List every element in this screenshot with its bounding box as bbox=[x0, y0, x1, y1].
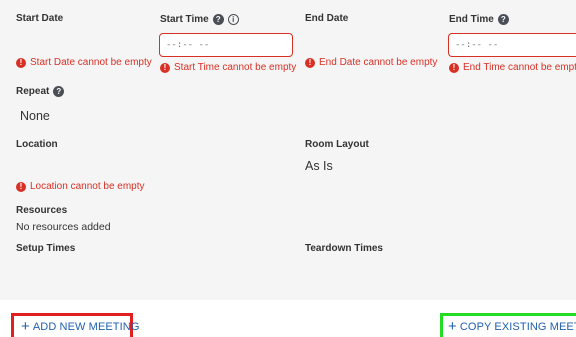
location-input[interactable] bbox=[16, 152, 286, 174]
repeat-label: Repeat? bbox=[16, 86, 65, 98]
repeat-label-text: Repeat bbox=[16, 86, 50, 98]
info-circle-icon[interactable]: i bbox=[227, 14, 239, 25]
resources-value: No resources added bbox=[16, 221, 111, 233]
copy-existing-meeting-label: COPY EXISTING MEETING bbox=[459, 320, 576, 333]
copy-existing-meeting-button[interactable]: + COPY EXISTING MEETING bbox=[440, 313, 576, 337]
location-label: Location bbox=[16, 139, 58, 150]
end-date-error: ! End Date cannot be empty bbox=[305, 57, 437, 68]
setup-times-label: Setup Times bbox=[16, 243, 76, 254]
meeting-form-panel: Start Date ! Start Date cannot be empty … bbox=[0, 0, 576, 300]
exclamation-circle-icon: ! bbox=[305, 57, 315, 68]
resources-label: Resources bbox=[16, 205, 68, 216]
exclamation-circle-icon: ! bbox=[16, 181, 26, 192]
plus-icon: + bbox=[21, 318, 30, 335]
question-circle-icon[interactable]: ? bbox=[53, 86, 65, 97]
start-time-error-text: Start Time cannot be empty bbox=[174, 62, 297, 73]
start-time-input[interactable] bbox=[159, 33, 293, 57]
start-date-error-text: Start Date cannot be empty bbox=[30, 57, 152, 68]
question-circle-icon[interactable]: ? bbox=[212, 14, 224, 25]
start-date-label: Start Date bbox=[16, 13, 64, 24]
end-time-label-text: End Time bbox=[449, 14, 494, 26]
start-time-error: ! Start Time cannot be empty bbox=[160, 62, 296, 73]
exclamation-circle-icon: ! bbox=[449, 62, 459, 73]
location-error-text: Location cannot be empty bbox=[30, 181, 145, 192]
question-circle-icon[interactable]: ? bbox=[497, 14, 509, 25]
location-error: ! Location cannot be empty bbox=[16, 181, 145, 192]
start-date-error: ! Start Date cannot be empty bbox=[16, 57, 152, 68]
room-layout-select[interactable]: As Is bbox=[305, 159, 333, 173]
add-new-meeting-button[interactable]: + ADD NEW MEETING bbox=[11, 313, 139, 337]
end-time-error-text: End Time cannot be empty bbox=[463, 62, 576, 73]
plus-icon: + bbox=[448, 318, 457, 335]
repeat-select[interactable]: None bbox=[20, 109, 50, 123]
end-time-label: End Time? bbox=[449, 14, 509, 25]
exclamation-circle-icon: ! bbox=[16, 57, 26, 68]
start-time-label-text: Start Time bbox=[160, 14, 209, 26]
start-time-label: Start Time? i bbox=[160, 14, 239, 25]
end-date-error-text: End Date cannot be empty bbox=[319, 57, 438, 68]
room-layout-label: Room Layout bbox=[305, 139, 369, 150]
end-time-error: ! End Time cannot be empty bbox=[449, 62, 576, 73]
teardown-times-label: Teardown Times bbox=[305, 243, 383, 254]
exclamation-circle-icon: ! bbox=[160, 62, 170, 73]
add-new-meeting-label: ADD NEW MEETING bbox=[32, 320, 140, 333]
end-date-label: End Date bbox=[305, 13, 349, 24]
end-time-input[interactable] bbox=[448, 33, 576, 57]
